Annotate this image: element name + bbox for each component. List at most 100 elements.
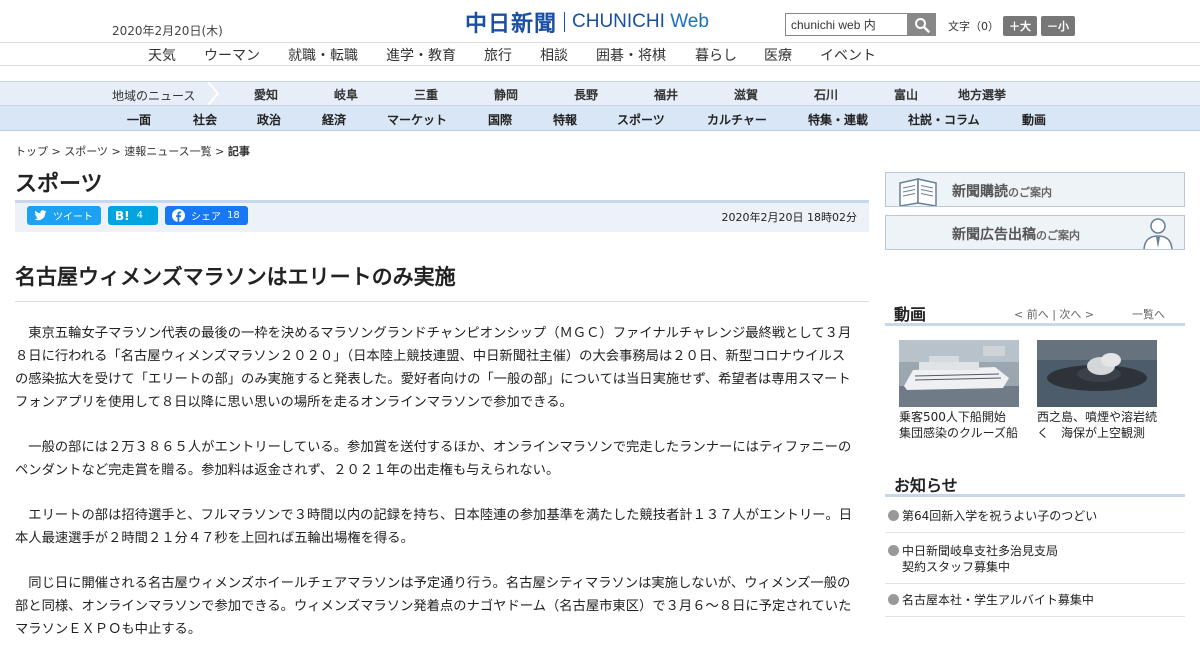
subscription-banner-sub: のご案内	[1008, 186, 1052, 199]
breadcrumb-trail[interactable]: トップ > スポーツ > 速報ニュース一覧 >	[15, 145, 228, 158]
section-title: スポーツ	[15, 172, 103, 197]
notice-item[interactable]: 中日新聞岐阜支社多治見支局 契約スタッフ募集中	[888, 543, 1188, 575]
search-button[interactable]	[908, 13, 936, 36]
arrow-bullet-icon	[888, 510, 899, 521]
search-icon	[915, 17, 930, 33]
notice-divider	[885, 583, 1185, 584]
font-smaller-button[interactable]: －小	[1041, 16, 1075, 36]
facebook-share-button[interactable]: シェア 18	[165, 206, 248, 225]
region-nav-item[interactable]: 岐阜	[334, 86, 358, 103]
notice-text: 中日新聞岐阜支社多治見支局	[902, 544, 1059, 558]
volcanic-island-image	[1037, 340, 1157, 407]
article-paragraph: 一般の部には２万３８６５人がエントリーしている。参加賞を送付するほか、オンライン…	[15, 440, 852, 478]
video-prev-next[interactable]: < 前へ | 次へ >	[1014, 306, 1094, 322]
site-search	[785, 13, 936, 36]
top-nav-item[interactable]: 囲碁・将棋	[596, 45, 666, 65]
top-nav-item[interactable]: ウーマン	[204, 45, 260, 65]
top-nav: 天気 ウーマン 就職・転職 進学・教育 旅行 相談 囲碁・将棋 暮らし 医療 イベント	[0, 42, 1200, 66]
font-larger-button[interactable]: ＋大	[1003, 16, 1037, 36]
main-nav-item[interactable]: 特報	[553, 111, 577, 128]
main-nav-item[interactable]: 国際	[488, 111, 512, 128]
region-nav-item[interactable]: 石川	[814, 86, 838, 103]
site-header: 2020年2月20日(木) 中日新聞 CHUNICHI Web 文字（0） ＋大…	[0, 0, 1200, 42]
tweet-button[interactable]: ツイート	[27, 206, 101, 225]
logo-chunichi: CHUNICHI	[572, 11, 665, 32]
article-paragraph: 東京五輪女子マラソン代表の最後の一枠を決めるマラソングランドチャンピオンシップ（…	[15, 326, 852, 410]
region-nav-item[interactable]: 福井	[654, 86, 678, 103]
breadcrumb: トップ > スポーツ > 速報ニュース一覧 > 記事	[15, 143, 250, 159]
main-nav-item[interactable]: 社会	[193, 111, 217, 128]
facebook-icon	[172, 209, 185, 222]
region-nav-item[interactable]: 三重	[414, 86, 438, 103]
top-nav-item[interactable]: 相談	[540, 45, 568, 65]
notice-divider	[885, 532, 1185, 533]
article-paragraph: エリートの部は招待選手と、フルマラソンで３時間以内の記録を持ち、日本陸連の参加基…	[15, 508, 853, 546]
main-nav-item[interactable]: カルチャー	[707, 111, 767, 128]
region-nav-item[interactable]: 愛知	[254, 86, 278, 103]
person-icon	[1143, 218, 1173, 249]
hatena-bookmark-button[interactable]: B! 4	[108, 206, 158, 225]
main-nav-item[interactable]: 経済	[322, 111, 346, 128]
notice-item[interactable]: 名古屋本社・学生アルバイト募集中	[888, 592, 1188, 608]
main-nav-item[interactable]: 動画	[1022, 111, 1046, 128]
subscription-banner-main: 新聞購読	[952, 184, 1008, 200]
notice-text: 第64回新入学を祝うよい子のつどい	[902, 509, 1098, 523]
search-input[interactable]	[785, 13, 908, 36]
facebook-share-count: 18	[227, 210, 240, 221]
article-headline: 名古屋ウィメンズマラソンはエリートのみ実施	[15, 265, 456, 289]
video-caption[interactable]: 西之島、噴煙や溶岩続く 海保が上空観測	[1037, 409, 1167, 441]
advertising-banner-main: 新聞広告出稿	[952, 227, 1036, 243]
main-nav-item[interactable]: マーケット	[387, 111, 447, 128]
video-caption[interactable]: 乗客500人下船開始 集団感染のクルーズ船	[899, 409, 1023, 441]
share-bar: ツイート B! 4 シェア 18 2020年2月20日 18時02分	[15, 200, 869, 232]
notices-section-title: お知らせ	[894, 476, 958, 495]
subscription-banner[interactable]: 新聞購読のご案内	[885, 172, 1185, 207]
video-list-link[interactable]: 一覧へ	[1132, 306, 1165, 322]
advertising-banner[interactable]: 新聞広告出稿のご案内	[885, 215, 1185, 250]
main-nav-item[interactable]: 一面	[127, 111, 151, 128]
font-size-control: 文字（0） ＋大 －小	[948, 16, 1075, 36]
site-logo[interactable]: 中日新聞 CHUNICHI Web	[465, 9, 709, 37]
main-nav-item[interactable]: 政治	[257, 111, 281, 128]
notices-section-header: お知らせ	[885, 467, 1185, 497]
top-nav-item[interactable]: 医療	[764, 45, 792, 65]
article-paragraph: 同じ日に開催される名古屋ウィメンズホイールチェアマラソンは予定通り行う。名古屋シ…	[15, 576, 852, 637]
region-nav-item[interactable]: 滋賀	[734, 86, 758, 103]
arrow-bullet-icon	[888, 545, 899, 556]
subscription-banner-text: 新聞購読のご案内	[952, 181, 1052, 201]
notice-item[interactable]: 第64回新入学を祝うよい子のつどい	[888, 508, 1188, 524]
top-nav-item[interactable]: イベント	[820, 45, 876, 65]
region-nav-item[interactable]: 富山	[894, 86, 918, 103]
main-nav: 一面 社会 政治 経済 マーケット 国際 特報 スポーツ カルチャー 特集・連載 社説・コラム 動画	[0, 106, 1200, 131]
current-date: 2020年2月20日(木)	[112, 24, 223, 38]
top-nav-item[interactable]: 就職・転職	[288, 45, 358, 65]
breadcrumb-current: 記事	[227, 145, 250, 158]
top-nav-item[interactable]: 暮らし	[695, 45, 737, 65]
main-nav-item[interactable]: スポーツ	[617, 111, 665, 128]
notice-divider	[885, 616, 1185, 617]
logo-english: CHUNICHI Web	[572, 11, 709, 33]
top-nav-item[interactable]: 旅行	[484, 45, 512, 65]
newspaper-icon	[899, 178, 937, 206]
tweet-label: ツイート	[53, 212, 93, 223]
cruise-ship-image	[899, 340, 1019, 407]
main-nav-item[interactable]: 社説・コラム	[908, 111, 980, 128]
headline-divider	[15, 301, 869, 302]
arrow-bullet-icon	[888, 594, 899, 605]
video-thumbnail-island[interactable]	[1037, 340, 1157, 407]
top-nav-item[interactable]: 進学・教育	[386, 45, 456, 65]
region-nav-item[interactable]: 静岡	[494, 86, 518, 103]
region-nav-item[interactable]: 長野	[574, 86, 598, 103]
video-section-title: 動画	[894, 305, 927, 324]
top-nav-item[interactable]: 天気	[148, 45, 176, 65]
hatena-count: 4	[136, 210, 143, 221]
logo-japanese: 中日新聞	[465, 11, 558, 37]
region-nav-item[interactable]: 地方選挙	[958, 86, 1006, 103]
hatena-icon: B!	[115, 208, 130, 223]
video-thumbnail-cruise-ship[interactable]	[899, 340, 1019, 407]
advertising-banner-sub: のご案内	[1036, 229, 1080, 242]
main-nav-item[interactable]: 特集・連載	[808, 111, 868, 128]
twitter-icon	[34, 210, 47, 221]
facebook-share-label: シェア	[191, 212, 221, 223]
region-nav-label: 地域のニュース	[112, 89, 196, 103]
